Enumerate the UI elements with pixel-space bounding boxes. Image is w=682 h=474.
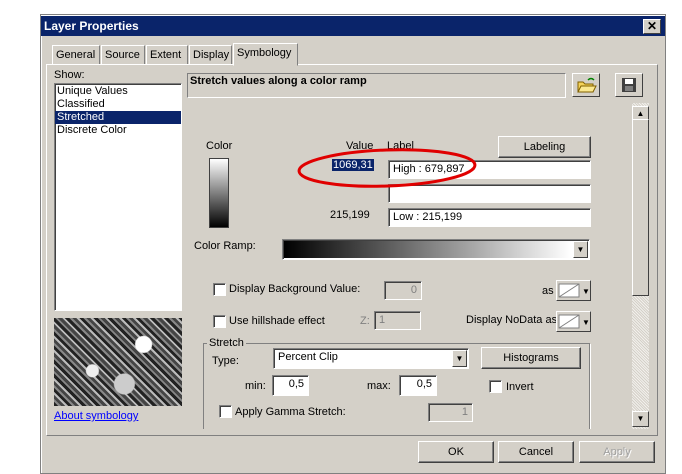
hillshade-checkbox[interactable] [213,315,226,328]
gamma-checkbox[interactable] [219,405,232,418]
gamma-label: Apply Gamma Stretch: [235,406,346,418]
no-color-icon: ▼ [558,314,590,329]
show-label: Show: [54,69,85,81]
stretch-type-value: Percent Clip [278,351,338,363]
invert-label: Invert [506,381,534,393]
list-item-unique-values[interactable]: Unique Values [55,85,181,98]
tab-source[interactable]: Source [101,45,145,65]
apply-button-label: Apply [603,446,631,458]
raster-preview-image [54,318,182,406]
background-value-field[interactable]: 0 [384,281,422,300]
color-column-label: Color [206,140,233,152]
tab-label: Symbology [237,47,292,59]
scroll-down-button[interactable]: ▼ [632,411,649,427]
chevron-down-icon[interactable]: ▼ [452,350,467,367]
open-folder-icon [577,77,597,93]
tab-label: Display [193,49,230,61]
cancel-button[interactable]: Cancel [498,441,574,463]
background-as-label: as [542,285,554,297]
nodata-color-picker[interactable]: ▼ [556,311,591,332]
tab-symbology[interactable]: Symbology [233,43,298,66]
labeling-button[interactable]: Labeling [498,136,591,158]
arrow-up-icon: ▲ [636,109,645,118]
renderer-title: Stretch values along a color ramp [190,75,367,87]
svg-text:▼: ▼ [582,287,590,296]
close-button[interactable]: ✕ [643,19,661,34]
tab-label: Source [105,49,140,61]
stretch-type-select[interactable]: Percent Clip ▼ [273,348,469,369]
background-color-picker[interactable]: ▼ [556,280,591,301]
min-field[interactable]: 0,5 [272,375,309,396]
max-label: max: [367,380,391,392]
histograms-button[interactable]: Histograms [481,347,581,369]
tab-display[interactable]: Display [189,45,232,65]
no-color-icon: ▼ [558,283,590,298]
hillshade-label: Use hillshade effect [229,315,325,327]
tab-label: Extent [150,49,182,61]
labeling-button-label: Labeling [523,141,566,153]
chevron-down-icon[interactable]: ▼ [573,241,588,258]
color-ramp-label: Color Ramp: [194,240,256,252]
save-button[interactable] [615,73,643,97]
histograms-button-label: Histograms [503,352,559,364]
nodata-label: Display NoData as [466,314,558,326]
ok-button-label: OK [448,446,464,458]
gamma-field[interactable]: 1 [428,403,473,422]
list-item-discrete-color[interactable]: Discrete Color [55,124,181,137]
apply-button[interactable]: Apply [579,441,655,463]
low-label-field[interactable]: Low : 215,199 [388,208,591,227]
color-ramp-swatch[interactable] [209,158,229,228]
ok-button[interactable]: OK [418,441,494,463]
stretch-group-label: Stretch [207,337,246,349]
color-ramp-preview [284,241,571,258]
max-field[interactable]: 0,5 [399,375,437,396]
low-value: 215,199 [330,209,370,221]
arrow-down-icon: ▼ [636,414,645,423]
display-background-label: Display Background Value: [229,283,361,295]
min-label: min: [245,380,266,392]
dialog-title: Layer Properties [41,16,665,36]
list-item-classified[interactable]: Classified [55,98,181,111]
about-symbology-link[interactable]: About symbology [54,410,138,422]
z-factor-label: Z: [360,315,370,327]
renderer-description: Stretch values along a color ramp [187,73,566,98]
invert-checkbox[interactable] [489,380,502,393]
close-icon: ✕ [646,19,658,33]
svg-text:▼: ▼ [582,318,590,327]
save-icon [622,78,636,92]
cancel-button-label: Cancel [518,446,554,458]
annotation-ellipse [297,148,477,188]
renderer-list[interactable]: Unique Values Classified Stretched Discr… [54,83,182,311]
tab-extent[interactable]: Extent [146,45,188,65]
stretch-type-label: Type: [212,355,239,367]
color-ramp-select[interactable]: ▼ [282,239,590,260]
display-background-checkbox[interactable] [213,283,226,296]
list-item-stretched[interactable]: Stretched [55,111,181,124]
tab-label: General [56,49,96,61]
scrollbar-thumb[interactable] [632,119,649,296]
tab-general[interactable]: General [52,45,100,65]
open-button[interactable] [572,73,600,97]
z-factor-field[interactable]: 1 [374,311,421,330]
